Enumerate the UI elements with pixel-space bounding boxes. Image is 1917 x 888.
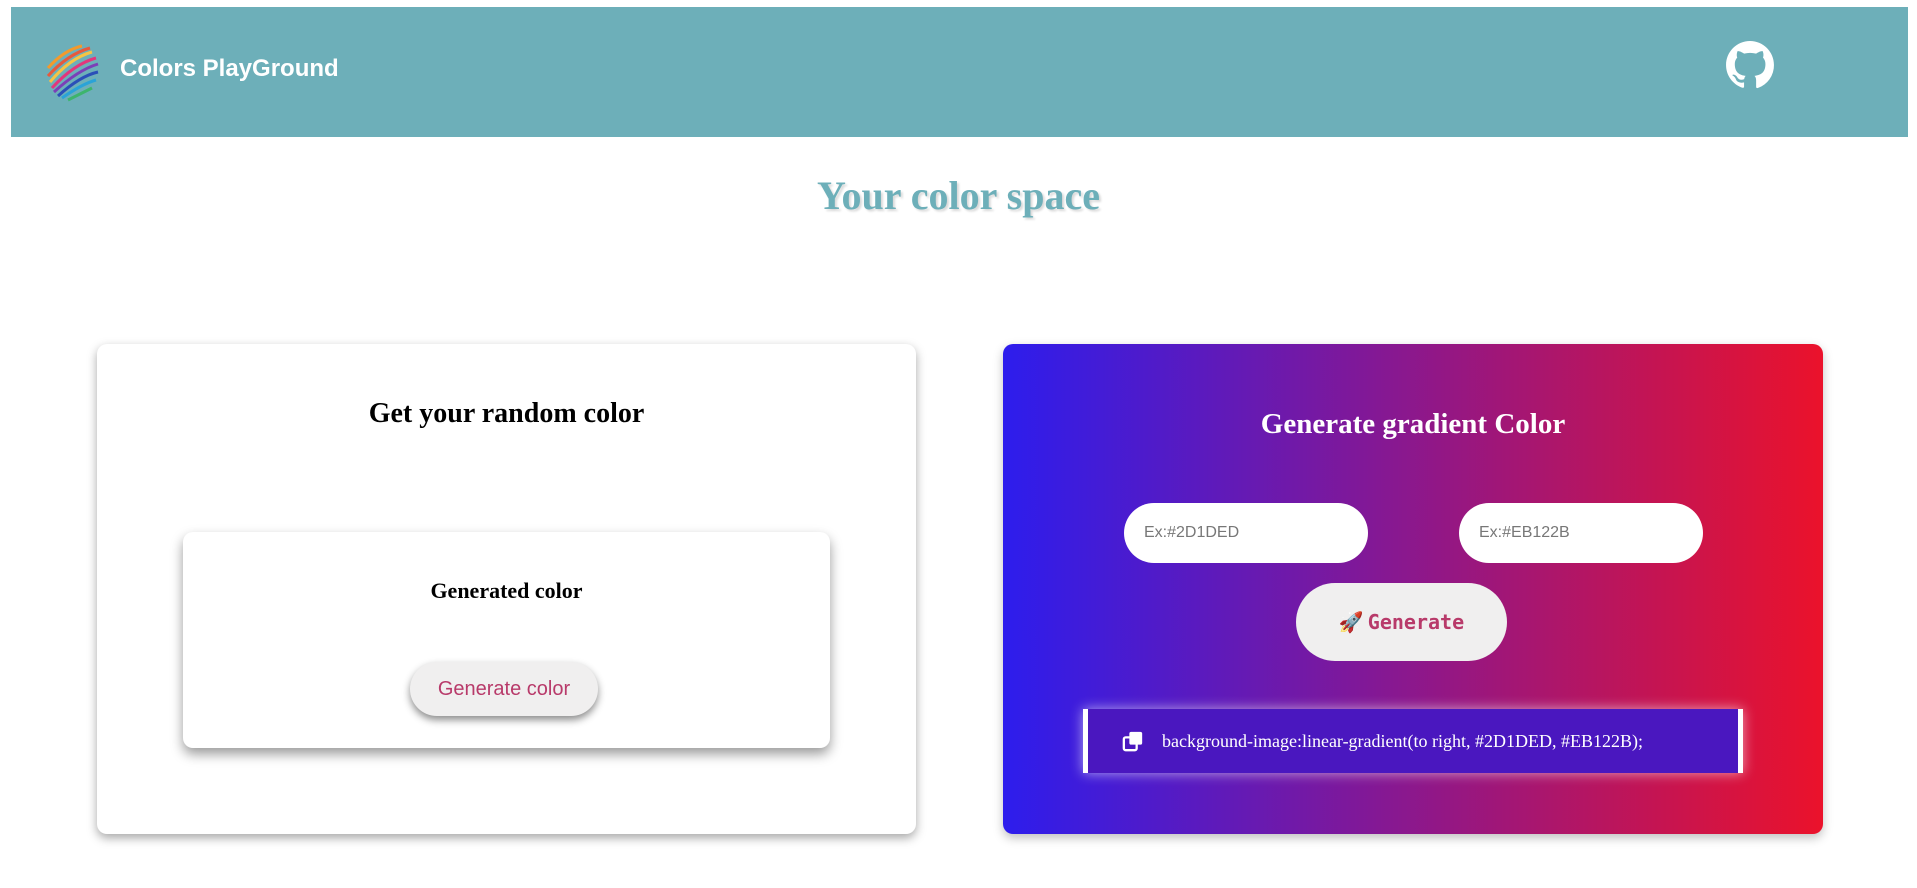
gradient-css-output: background-image:linear-gradient(to righ… (1083, 709, 1743, 773)
generate-gradient-label: Generate (1367, 610, 1465, 634)
rainbow-globe-icon[interactable] (40, 38, 104, 102)
first-color-input[interactable] (1124, 503, 1368, 563)
gradient-color-title: Generate gradient Color (1260, 408, 1566, 440)
generated-color-label: Generated color (430, 578, 583, 603)
rocket-icon: 🚀 (1338, 610, 1364, 634)
second-color-input[interactable] (1459, 503, 1703, 563)
generate-color-button[interactable]: Generate color (410, 662, 598, 716)
top-navbar: Colors PlayGround (11, 7, 1908, 137)
gradient-color-card: Generate gradient Color 🚀 Generate backg… (1003, 344, 1823, 834)
random-color-title: Get your random color (368, 398, 645, 429)
generated-color-panel: Generated color Generate color (183, 532, 830, 748)
copy-icon[interactable] (1122, 730, 1144, 752)
page-title: Your color space (817, 173, 1100, 218)
random-color-card: Get your random color Generated color Ge… (97, 344, 916, 834)
generate-gradient-button[interactable]: 🚀 Generate (1296, 583, 1507, 661)
brand-name[interactable]: Colors PlayGround (120, 55, 339, 83)
gradient-css-text: background-image:linear-gradient(to righ… (1162, 730, 1644, 751)
github-icon[interactable] (1725, 40, 1775, 90)
